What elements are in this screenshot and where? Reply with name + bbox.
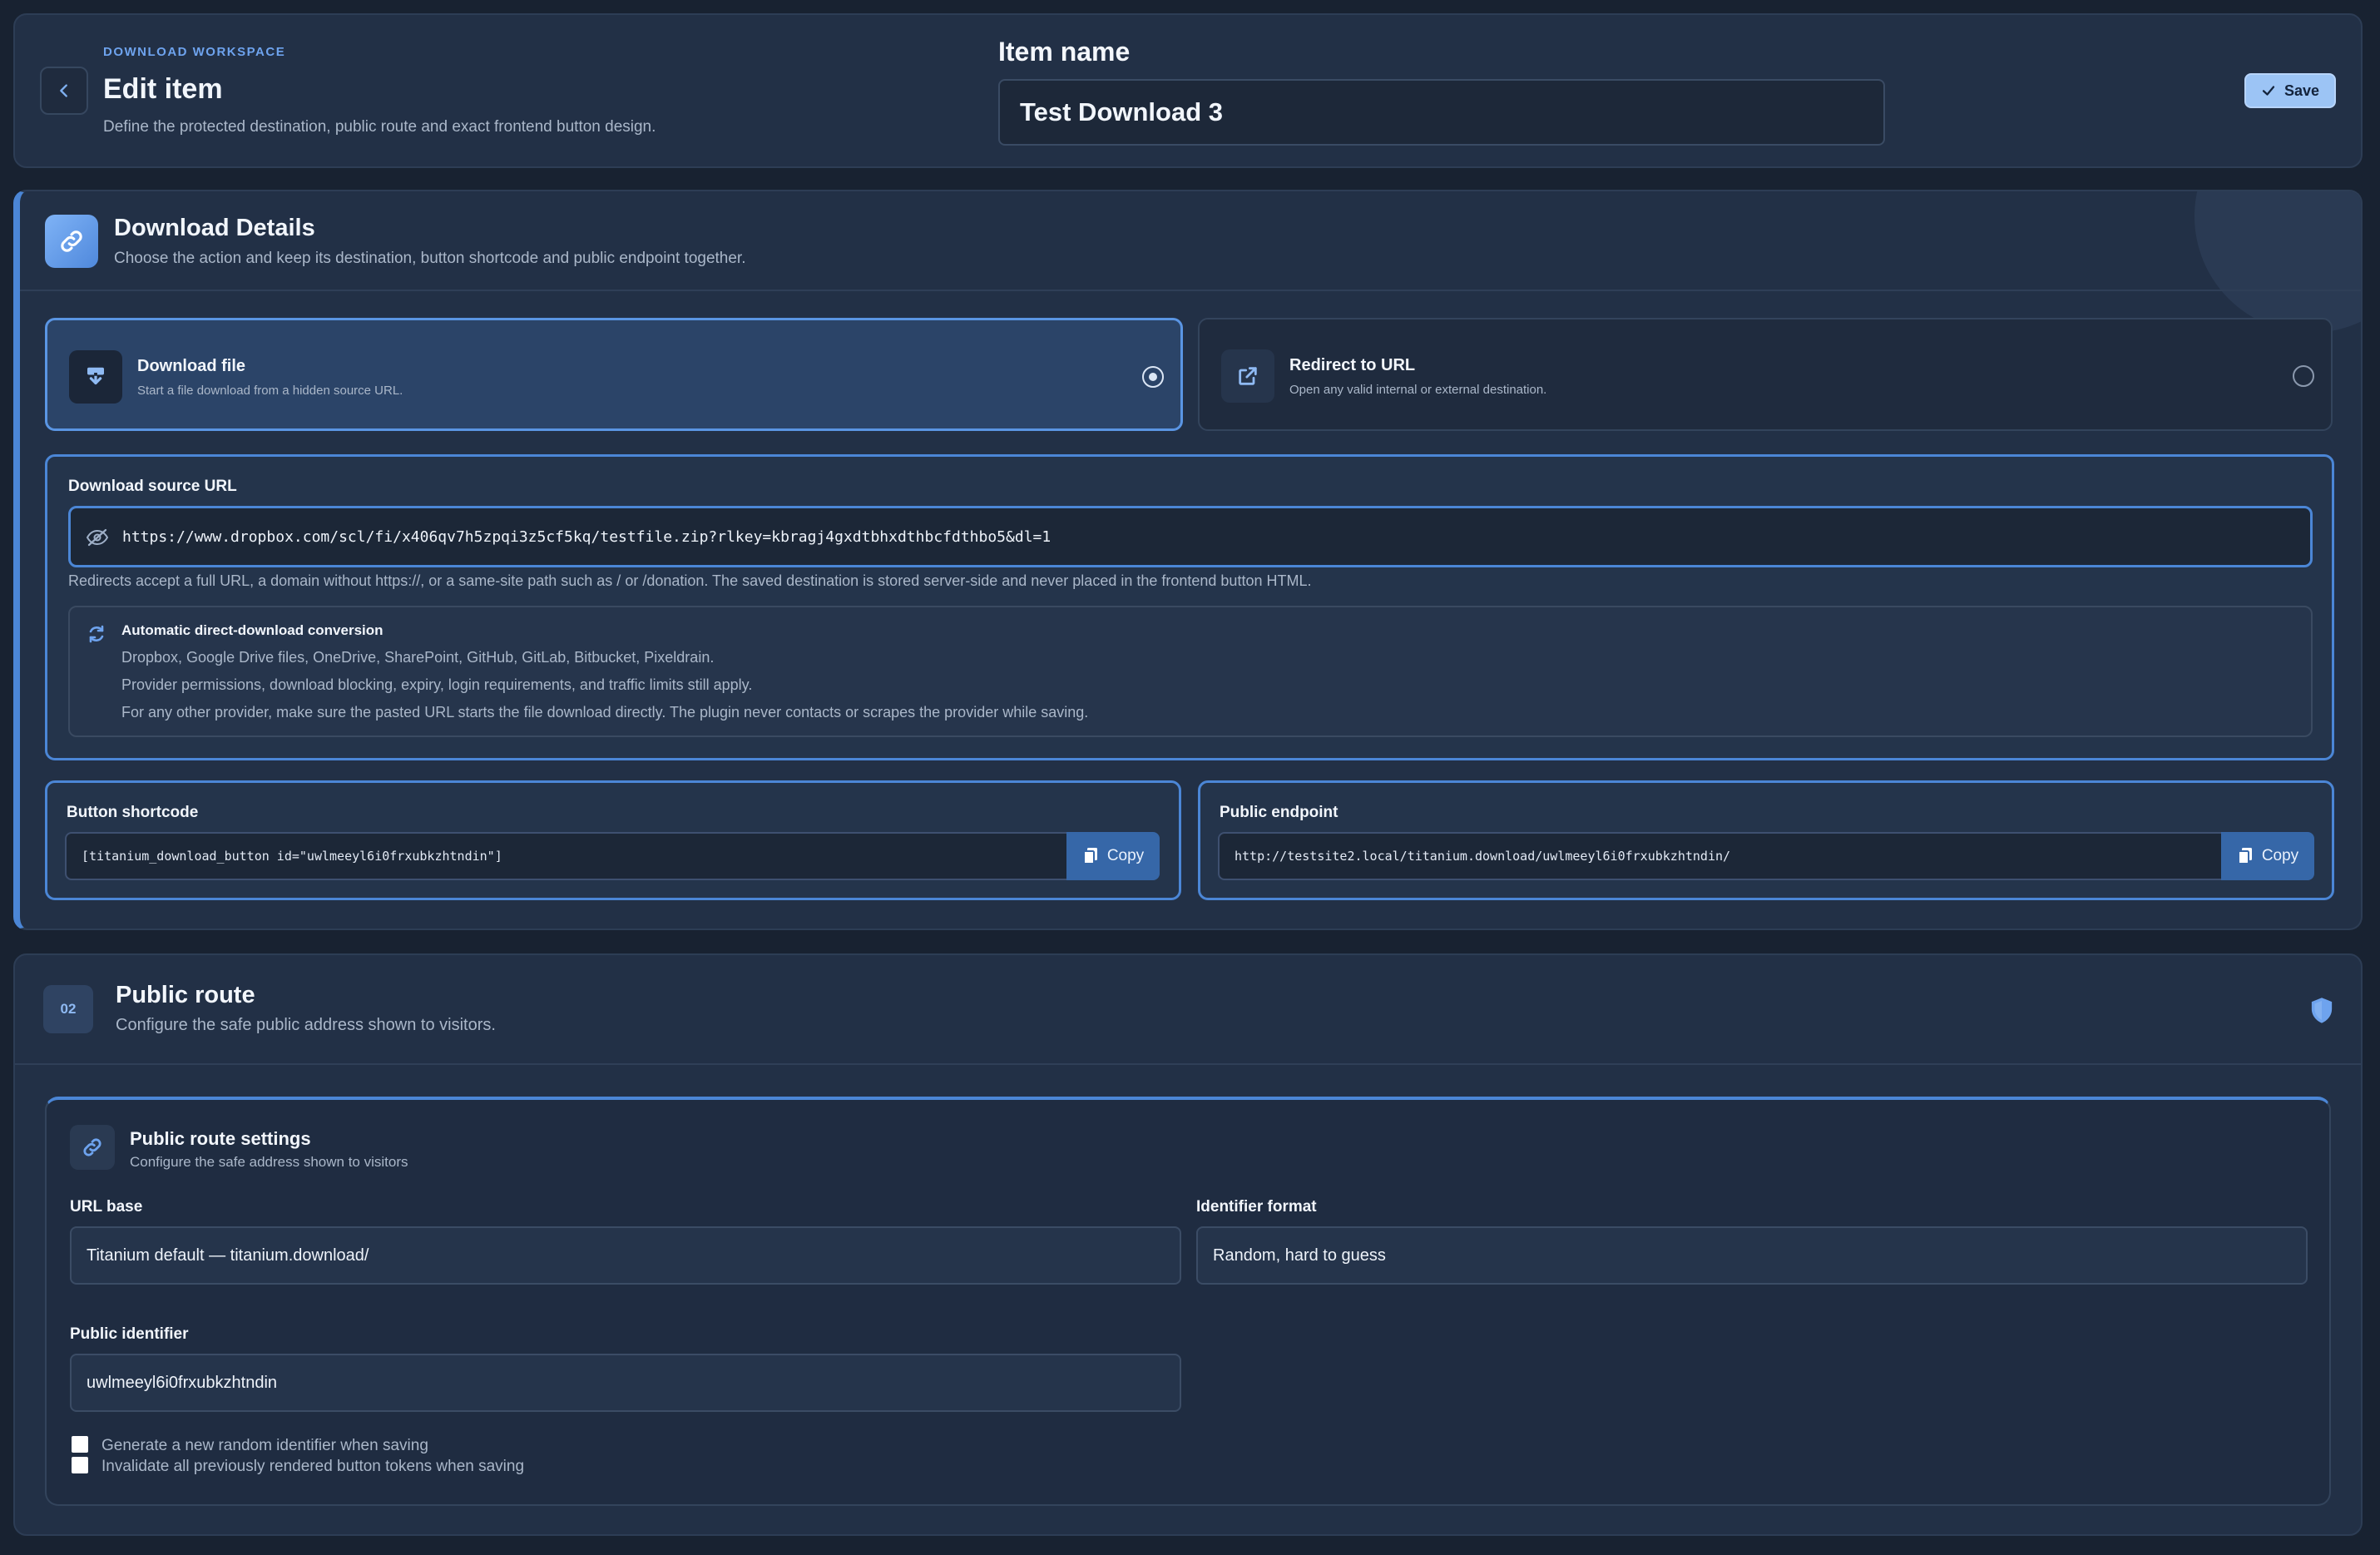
refresh-icon xyxy=(87,624,106,644)
public-identifier-input[interactable]: uwlmeeyl6i0frxubkzhtndin xyxy=(70,1354,1181,1412)
source-url-label: Download source URL xyxy=(68,478,237,495)
conversion-line: For any other provider, make sure the pa… xyxy=(121,704,1089,721)
back-button[interactable] xyxy=(40,67,88,115)
redirect-help-text: Redirects accept a full URL, a domain wi… xyxy=(68,572,1312,589)
conversion-line: Dropbox, Google Drive files, OneDrive, S… xyxy=(121,649,715,666)
option-subtitle: Start a file download from a hidden sour… xyxy=(137,384,403,398)
url-base-value: Titanium default — titanium.download/ xyxy=(87,1245,369,1265)
page-subtitle: Define the protected destination, public… xyxy=(103,118,656,136)
conversion-info-box: Automatic direct-download conversion Dro… xyxy=(68,606,2313,737)
checkbox-label: Generate a new random identifier when sa… xyxy=(101,1437,428,1454)
identifier-format-select[interactable]: Random, hard to guess xyxy=(1196,1226,2308,1285)
checkbox-label: Invalidate all previously rendered butto… xyxy=(101,1458,525,1475)
item-name-label: Item name xyxy=(998,37,1131,67)
source-url-value: https://www.dropbox.com/scl/fi/x406qv7h5… xyxy=(122,527,1051,546)
conversion-title: Automatic direct-download conversion xyxy=(121,622,383,638)
copy-endpoint-button[interactable]: Copy xyxy=(2221,832,2314,880)
item-name-value: Test Download 3 xyxy=(1020,97,1224,126)
radio-selected[interactable] xyxy=(1142,366,1164,388)
option-download-file[interactable]: Download file Start a file download from… xyxy=(45,318,1183,431)
section-number-badge: 02 xyxy=(43,985,93,1033)
public-identifier-value: uwlmeeyl6i0frxubkzhtndin xyxy=(87,1373,278,1392)
radio-unselected[interactable] xyxy=(2293,365,2314,387)
checkbox-regenerate-identifier[interactable] xyxy=(72,1436,88,1453)
section-divider xyxy=(20,290,2361,291)
endpoint-group: http://testsite2.local/titanium.download… xyxy=(1218,832,2314,880)
settings-subtitle: Configure the safe address shown to visi… xyxy=(130,1154,408,1170)
endpoint-value: http://testsite2.local/titanium.download… xyxy=(1235,849,1731,864)
shortcode-field[interactable]: [titanium_download_button id="uwlmeeyl6i… xyxy=(65,832,1066,880)
endpoint-field[interactable]: http://testsite2.local/titanium.download… xyxy=(1218,832,2221,880)
choice-icon-wrap xyxy=(69,350,122,404)
option-redirect-url[interactable]: Redirect to URL Open any valid internal … xyxy=(1198,318,2333,431)
save-label: Save xyxy=(2284,82,2320,99)
link-icon xyxy=(57,227,86,255)
section-divider xyxy=(15,1063,2361,1065)
download-icon xyxy=(83,364,108,389)
link-icon xyxy=(81,1136,104,1159)
settings-title: Public route settings xyxy=(130,1128,311,1149)
save-button[interactable]: Save xyxy=(2244,73,2336,108)
option-title: Download file xyxy=(137,357,245,375)
copy-shortcode-button[interactable]: Copy xyxy=(1066,832,1160,880)
identifier-format-label: Identifier format xyxy=(1196,1198,1317,1216)
url-base-label: URL base xyxy=(70,1198,143,1216)
shield-icon xyxy=(2309,997,2334,1025)
eyebrow-label: DOWNLOAD WORKSPACE xyxy=(103,45,286,59)
check-icon xyxy=(2261,83,2276,98)
url-base-select[interactable]: Titanium default — titanium.download/ xyxy=(70,1226,1181,1285)
copy-icon xyxy=(2237,847,2254,865)
conversion-line: Provider permissions, download blocking,… xyxy=(121,676,753,693)
public-identifier-label: Public identifier xyxy=(70,1325,189,1343)
download-details-subtitle: Choose the action and keep its destinati… xyxy=(114,250,746,267)
checkbox-invalidate-tokens[interactable] xyxy=(72,1457,88,1473)
copy-icon xyxy=(1082,847,1099,865)
shortcode-value: [titanium_download_button id="uwlmeeyl6i… xyxy=(82,849,502,864)
shortcode-group: [titanium_download_button id="uwlmeeyl6i… xyxy=(65,832,1160,880)
eye-off-icon[interactable] xyxy=(86,528,109,547)
choice-icon-wrap xyxy=(1221,349,1274,403)
shortcode-label: Button shortcode xyxy=(67,804,199,821)
public-route-title: Public route xyxy=(116,982,255,1008)
source-url-input[interactable]: https://www.dropbox.com/scl/fi/x406qv7h5… xyxy=(68,506,2313,567)
download-details-icon xyxy=(45,215,98,268)
copy-label: Copy xyxy=(1106,847,1145,864)
chevron-left-icon xyxy=(55,82,73,100)
option-subtitle: Open any valid internal or external dest… xyxy=(1289,383,1547,397)
external-link-icon xyxy=(1236,364,1259,388)
public-route-subtitle: Configure the safe public address shown … xyxy=(116,1016,496,1034)
option-title: Redirect to URL xyxy=(1289,356,1416,374)
identifier-format-value: Random, hard to guess xyxy=(1213,1245,1386,1265)
download-details-title: Download Details xyxy=(114,215,315,241)
item-name-input[interactable]: Test Download 3 xyxy=(998,79,1885,146)
settings-icon-wrap xyxy=(70,1125,115,1170)
endpoint-label: Public endpoint xyxy=(1220,804,1338,821)
page-title: Edit item xyxy=(103,73,223,105)
decorative-circle xyxy=(2194,191,2361,333)
copy-label: Copy xyxy=(2261,847,2299,864)
